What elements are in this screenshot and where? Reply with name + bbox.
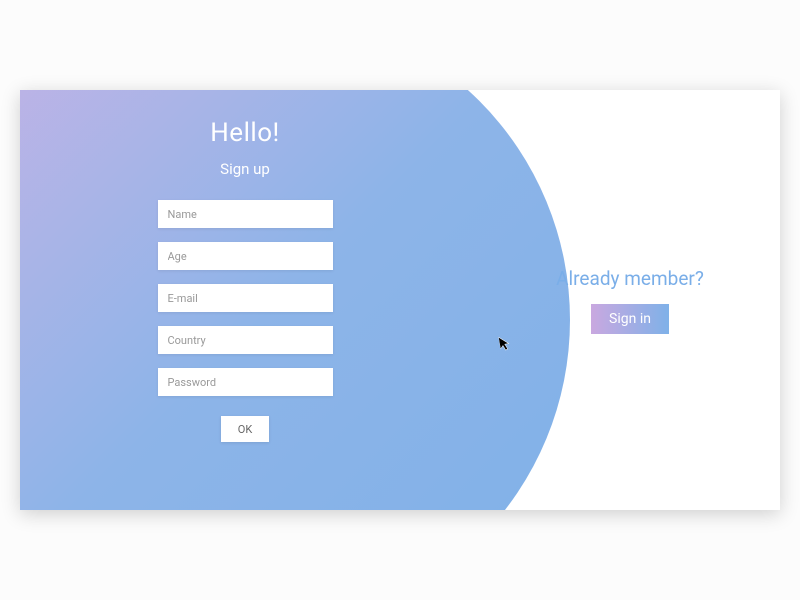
already-member-heading: Already member?: [556, 267, 704, 290]
password-field[interactable]: [158, 368, 333, 396]
email-field[interactable]: [158, 284, 333, 312]
signin-button[interactable]: Sign in: [591, 304, 669, 334]
signin-panel: Already member? Sign in: [480, 90, 780, 510]
signup-form: Hello! Sign up OK: [20, 90, 470, 510]
country-field[interactable]: [158, 326, 333, 354]
auth-card: Hello! Sign up OK Already member? Sign i…: [20, 90, 780, 510]
greeting-title: Hello!: [210, 118, 280, 148]
name-field[interactable]: [158, 200, 333, 228]
signup-subtitle: Sign up: [220, 160, 270, 178]
age-field[interactable]: [158, 242, 333, 270]
signup-submit-button[interactable]: OK: [221, 416, 269, 442]
